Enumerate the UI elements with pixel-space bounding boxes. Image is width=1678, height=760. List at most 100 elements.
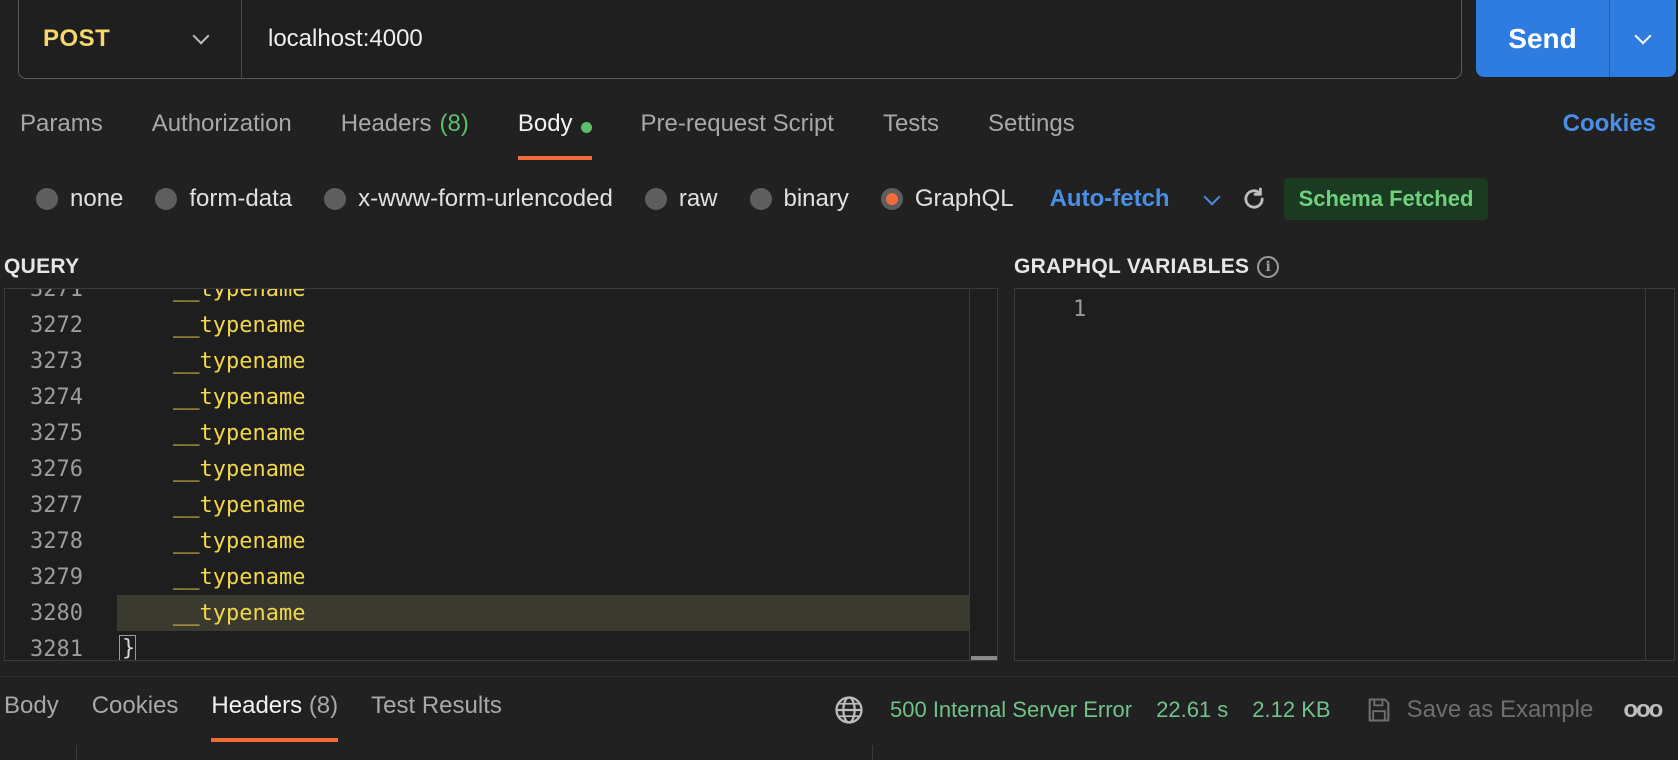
- code-text: __typename: [173, 492, 306, 518]
- radio-icon: [36, 188, 58, 210]
- code-line: 3274 __typename: [5, 379, 969, 415]
- headers-count: (8): [308, 692, 339, 719]
- code-text: __typename: [173, 600, 306, 626]
- code-text: __typename: [173, 420, 306, 446]
- query-editor[interactable]: 3271 __typename 3272 __typename 3273 __type…: [4, 288, 998, 661]
- more-options-icon[interactable]: ooo: [1623, 696, 1663, 724]
- line-number: 3279: [30, 564, 83, 590]
- globe-icon[interactable]: [834, 695, 864, 725]
- tab-pre-request-script[interactable]: Pre-request Script: [641, 108, 834, 160]
- tab-label: Settings: [987, 110, 1075, 137]
- status-code[interactable]: 500 Internal Server Error: [890, 697, 1132, 723]
- radio-icon: [155, 188, 178, 210]
- code-text: __typename: [173, 456, 306, 482]
- body-type-graphql[interactable]: GraphQL: [880, 185, 1014, 213]
- tab-label: Authorization: [151, 110, 292, 137]
- code-text: }: [119, 635, 137, 660]
- tab-label: Test Results: [371, 692, 502, 719]
- tab-label: Body: [4, 692, 59, 719]
- editor-scrollbar-track: [969, 289, 970, 660]
- autofetch-chevron-button[interactable]: [1203, 188, 1221, 208]
- tab-body[interactable]: Body: [517, 108, 592, 160]
- body-type-urlencoded[interactable]: x-www-form-urlencoded: [324, 185, 613, 213]
- tab-params[interactable]: Params: [20, 108, 103, 160]
- tab-label: Headers: [211, 692, 303, 719]
- method-select[interactable]: POST: [19, 0, 242, 78]
- radio-label: form-data: [189, 185, 293, 212]
- line-number: 3281: [30, 636, 83, 661]
- tab-settings[interactable]: Settings: [988, 108, 1075, 160]
- response-tabs: Body Cookies Headers (8) Test Results: [4, 692, 535, 742]
- query-section-label: QUERY: [4, 255, 80, 278]
- line-number: 3280: [5, 595, 117, 631]
- body-type-form-data[interactable]: form-data: [155, 185, 292, 213]
- line-number: 3272: [30, 312, 83, 338]
- autofetch-dropdown[interactable]: Auto-fetch: [1050, 185, 1170, 213]
- tab-label: Body: [517, 110, 573, 137]
- url-input[interactable]: [242, 0, 1461, 78]
- tab-authorization[interactable]: Authorization: [152, 108, 292, 160]
- chevron-down-icon: [192, 27, 210, 45]
- response-time[interactable]: 22.61 s: [1156, 697, 1228, 723]
- variables-editor[interactable]: 1: [1014, 288, 1675, 661]
- method-label: POST: [43, 25, 111, 52]
- body-type-binary[interactable]: binary: [749, 185, 849, 213]
- panel-divider: [872, 745, 873, 760]
- tab-label: Params: [20, 110, 103, 137]
- tab-label: Pre-request Script: [640, 110, 834, 137]
- code-text: __typename: [173, 384, 306, 410]
- send-options-button[interactable]: [1610, 0, 1676, 77]
- code-line: 3272 __typename: [5, 307, 969, 343]
- line-number: 3277: [30, 492, 83, 518]
- info-icon[interactable]: i: [1257, 256, 1280, 278]
- code-text: __typename: [173, 528, 306, 554]
- line-number: 3275: [30, 420, 83, 446]
- headers-count: (8): [439, 110, 469, 137]
- refresh-icon[interactable]: [1240, 185, 1268, 213]
- response-tab-headers[interactable]: Headers (8): [211, 692, 338, 742]
- line-number: 3273: [30, 348, 83, 374]
- line-number: 3271: [30, 288, 83, 302]
- code-text: __typename: [173, 564, 306, 590]
- editor-scrollbar-thumb[interactable]: [971, 656, 997, 660]
- line-number: 3276: [30, 456, 83, 482]
- schema-status-badge: Schema Fetched: [1283, 178, 1489, 220]
- code-line: 3276 __typename: [5, 451, 969, 487]
- code-line: 3271 __typename: [5, 288, 969, 307]
- variables-section-label: GRAPHQL VARIABLES: [1014, 255, 1250, 278]
- radio-icon: [324, 188, 347, 210]
- body-type-none[interactable]: none: [36, 185, 123, 213]
- response-tab-test-results[interactable]: Test Results: [371, 692, 502, 742]
- send-group: Send: [1476, 0, 1676, 77]
- code-text: __typename: [173, 312, 306, 338]
- radio-label: raw: [678, 185, 718, 212]
- code-text: __typename: [173, 288, 306, 302]
- code-line: 3277 __typename: [5, 487, 969, 523]
- chevron-down-icon: [1634, 27, 1652, 44]
- chevron-down-icon: [1203, 188, 1221, 206]
- tab-headers[interactable]: Headers (8): [341, 108, 469, 160]
- save-as-example-button[interactable]: Save as Example: [1407, 696, 1594, 724]
- response-tab-cookies[interactable]: Cookies: [92, 692, 179, 742]
- tab-tests[interactable]: Tests: [883, 108, 939, 160]
- radio-icon: [749, 188, 772, 210]
- body-type-raw[interactable]: raw: [644, 185, 718, 213]
- send-button[interactable]: Send: [1476, 0, 1610, 77]
- line-number: 1: [1073, 297, 1087, 322]
- variables-section-header: GRAPHQL VARIABLES i: [1014, 255, 1280, 279]
- radio-label: GraphQL: [914, 185, 1014, 212]
- response-size[interactable]: 2.12 KB: [1252, 697, 1330, 723]
- code-line: 3275 __typename: [5, 415, 969, 451]
- code-line: 3273 __typename: [5, 343, 969, 379]
- request-tabs: Params Authorization Headers (8) Body Pre…: [20, 108, 1124, 160]
- tab-label: Tests: [882, 110, 939, 137]
- code-line: 3278 __typename: [5, 523, 969, 559]
- cookies-link[interactable]: Cookies: [1563, 110, 1656, 138]
- radio-icon: [644, 188, 667, 210]
- panel-divider: [76, 745, 77, 760]
- code-line-active: 3280 __typename: [5, 595, 969, 631]
- radio-label: x-www-form-urlencoded: [358, 185, 613, 212]
- editor-scrollbar-track: [1645, 289, 1646, 660]
- response-tab-body[interactable]: Body: [4, 692, 59, 742]
- radio-selected-icon: [880, 188, 903, 210]
